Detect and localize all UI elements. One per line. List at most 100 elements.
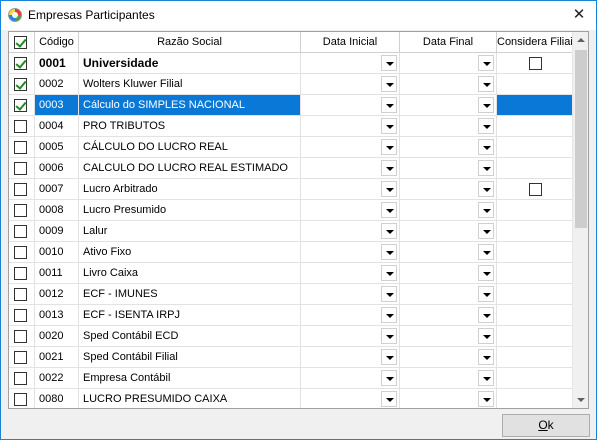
row-select-checkbox[interactable] (14, 288, 27, 301)
data-inicial-field[interactable] (301, 221, 400, 242)
row-select-checkbox[interactable] (14, 225, 27, 238)
table-row[interactable]: 0021 Sped Contábil Filial (9, 347, 573, 368)
row-select-checkbox[interactable] (14, 57, 27, 70)
dropdown-arrow-icon[interactable] (478, 202, 494, 218)
table-row[interactable]: 0008 Lucro Presumido (9, 200, 573, 221)
scroll-down-arrow-icon[interactable] (573, 391, 588, 408)
table-row[interactable]: 0002 Wolters Kluwer Filial (9, 74, 573, 95)
table-row[interactable]: 0012 ECF - IMUNES (9, 284, 573, 305)
data-inicial-field[interactable] (301, 116, 400, 137)
data-final-field[interactable] (400, 200, 497, 221)
data-final-field[interactable] (400, 179, 497, 200)
dropdown-arrow-icon[interactable] (381, 223, 397, 239)
table-row[interactable]: 0004 PRO TRIBUTOS (9, 116, 573, 137)
table-row[interactable]: 0005 CÁLCULO DO LUCRO REAL (9, 137, 573, 158)
dropdown-arrow-icon[interactable] (381, 139, 397, 155)
row-select-checkbox[interactable] (14, 78, 27, 91)
dropdown-arrow-icon[interactable] (478, 139, 494, 155)
table-row[interactable]: 0013 ECF - ISENTA IRPJ (9, 305, 573, 326)
row-select-checkbox[interactable] (14, 204, 27, 217)
data-inicial-field[interactable] (301, 179, 400, 200)
row-select-checkbox[interactable] (14, 141, 27, 154)
data-inicial-field[interactable] (301, 53, 400, 74)
data-final-field[interactable] (400, 347, 497, 368)
data-inicial-field[interactable] (301, 137, 400, 158)
dropdown-arrow-icon[interactable] (478, 265, 494, 281)
dropdown-arrow-icon[interactable] (478, 223, 494, 239)
data-final-field[interactable] (400, 74, 497, 95)
dropdown-arrow-icon[interactable] (381, 265, 397, 281)
dropdown-arrow-icon[interactable] (478, 328, 494, 344)
dropdown-arrow-icon[interactable] (478, 307, 494, 323)
dropdown-arrow-icon[interactable] (381, 391, 397, 407)
row-select-checkbox[interactable] (14, 162, 27, 175)
column-header-code[interactable]: Código (35, 32, 79, 53)
column-header-razao-social[interactable]: Razão Social (79, 32, 301, 53)
row-select-checkbox[interactable] (14, 183, 27, 196)
table-row[interactable]: 0020 Sped Contábil ECD (9, 326, 573, 347)
ok-button[interactable]: Ok (502, 414, 590, 437)
dropdown-arrow-icon[interactable] (381, 286, 397, 302)
data-inicial-field[interactable] (301, 347, 400, 368)
dropdown-arrow-icon[interactable] (381, 160, 397, 176)
data-final-field[interactable] (400, 389, 497, 408)
close-button[interactable]: ✕ (562, 1, 596, 30)
dropdown-arrow-icon[interactable] (381, 118, 397, 134)
table-row[interactable]: 0010 Ativo Fixo (9, 242, 573, 263)
dropdown-arrow-icon[interactable] (381, 202, 397, 218)
data-inicial-field[interactable] (301, 389, 400, 408)
row-select-checkbox[interactable] (14, 330, 27, 343)
table-row[interactable]: 0009 Lalur (9, 221, 573, 242)
data-final-field[interactable] (400, 263, 497, 284)
scroll-up-arrow-icon[interactable] (573, 32, 588, 49)
row-select-checkbox[interactable] (14, 351, 27, 364)
dropdown-arrow-icon[interactable] (381, 76, 397, 92)
table-row[interactable]: 0001 Universidade (9, 53, 573, 74)
data-final-field[interactable] (400, 53, 497, 74)
data-final-field[interactable] (400, 95, 497, 116)
column-header-data-inicial[interactable]: Data Inicial (301, 32, 400, 53)
data-final-field[interactable] (400, 284, 497, 305)
row-select-checkbox[interactable] (14, 99, 27, 112)
considera-filiais-checkbox[interactable] (529, 183, 542, 196)
row-select-checkbox[interactable] (14, 246, 27, 259)
dropdown-arrow-icon[interactable] (478, 349, 494, 365)
title-bar[interactable]: Empresas Participantes ✕ (1, 1, 596, 30)
scroll-thumb[interactable] (575, 50, 587, 228)
data-inicial-field[interactable] (301, 200, 400, 221)
dropdown-arrow-icon[interactable] (478, 181, 494, 197)
data-inicial-field[interactable] (301, 284, 400, 305)
data-inicial-field[interactable] (301, 305, 400, 326)
data-inicial-field[interactable] (301, 158, 400, 179)
table-row[interactable]: 0080 LUCRO PRESUMIDO CAIXA (9, 389, 573, 408)
dropdown-arrow-icon[interactable] (478, 370, 494, 386)
vertical-scrollbar[interactable] (572, 32, 588, 408)
dropdown-arrow-icon[interactable] (381, 328, 397, 344)
row-select-checkbox[interactable] (14, 309, 27, 322)
data-inicial-field[interactable] (301, 242, 400, 263)
table-row[interactable]: 0007 Lucro Arbitrado (9, 179, 573, 200)
data-final-field[interactable] (400, 116, 497, 137)
data-final-field[interactable] (400, 368, 497, 389)
table-row[interactable]: 0011 Livro Caixa (9, 263, 573, 284)
data-final-field[interactable] (400, 137, 497, 158)
dropdown-arrow-icon[interactable] (381, 181, 397, 197)
data-inicial-field[interactable] (301, 74, 400, 95)
table-row[interactable]: 0006 CALCULO DO LUCRO REAL ESTIMADO (9, 158, 573, 179)
dropdown-arrow-icon[interactable] (381, 55, 397, 71)
data-inicial-field[interactable] (301, 326, 400, 347)
row-select-checkbox[interactable] (14, 393, 27, 406)
considera-filiais-checkbox[interactable] (529, 57, 542, 70)
data-final-field[interactable] (400, 305, 497, 326)
data-final-field[interactable] (400, 158, 497, 179)
dropdown-arrow-icon[interactable] (478, 97, 494, 113)
data-final-field[interactable] (400, 242, 497, 263)
dropdown-arrow-icon[interactable] (478, 286, 494, 302)
data-final-field[interactable] (400, 221, 497, 242)
table-row[interactable]: 0003 Cálculo do SIMPLES NACIONAL (9, 95, 573, 116)
dropdown-arrow-icon[interactable] (381, 349, 397, 365)
dropdown-arrow-icon[interactable] (381, 370, 397, 386)
data-inicial-field[interactable] (301, 368, 400, 389)
dropdown-arrow-icon[interactable] (478, 391, 494, 407)
dropdown-arrow-icon[interactable] (381, 307, 397, 323)
